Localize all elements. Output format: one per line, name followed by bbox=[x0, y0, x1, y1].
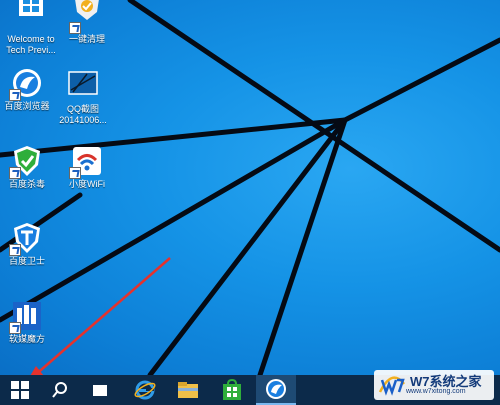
desktop-icon-cleanup[interactable]: 一键清理 bbox=[56, 0, 118, 45]
task-view-icon bbox=[93, 385, 107, 396]
shortcut-arrow-icon bbox=[69, 22, 81, 34]
icon-label: Welcome to Tech Previ... bbox=[6, 34, 56, 55]
search-button[interactable] bbox=[40, 375, 80, 405]
icon-label: 软媒魔方 bbox=[8, 334, 45, 344]
shortcut-arrow-icon bbox=[9, 167, 21, 179]
icon-label: 百度杀毒 bbox=[8, 179, 45, 189]
wifi-icon bbox=[69, 145, 103, 179]
baidu-guard-icon bbox=[9, 222, 43, 256]
desktop-icon-xiaodu-wifi[interactable]: 小度WiFi bbox=[56, 145, 118, 190]
search-icon bbox=[52, 382, 67, 398]
desktop-icon-welcome[interactable]: Welcome to Tech Previ... bbox=[0, 0, 62, 56]
baidu-browser-icon bbox=[266, 379, 286, 399]
taskbar-store[interactable] bbox=[212, 375, 252, 405]
shortcut-arrow-icon bbox=[9, 244, 21, 256]
desktop: Welcome to Tech Previ... 一键清理 百度浏览器 QQ截图… bbox=[0, 0, 500, 375]
icon-label: 百度卫士 bbox=[8, 256, 45, 266]
shortcut-arrow-icon bbox=[9, 89, 21, 101]
desktop-icon-baidu-antivirus[interactable]: 百度杀毒 bbox=[0, 145, 58, 190]
icon-label: 小度WiFi bbox=[69, 179, 105, 189]
taskbar-baidu-browser[interactable] bbox=[256, 375, 296, 405]
shortcut-arrow-icon bbox=[9, 322, 21, 334]
file-explorer-icon bbox=[178, 382, 198, 398]
internet-explorer-icon bbox=[134, 380, 156, 400]
desktop-icon-baidu-guard[interactable]: 百度卫士 bbox=[0, 222, 58, 267]
site-watermark: W7系统之家 www.w7xitong.com bbox=[374, 370, 494, 400]
cleanup-shield-icon bbox=[69, 0, 103, 34]
windows-tile-icon bbox=[15, 0, 47, 32]
desktop-icon-qq-screenshot[interactable]: QQ截图 20141006... bbox=[52, 70, 114, 126]
taskbar-internet-explorer[interactable] bbox=[125, 375, 165, 405]
shortcut-arrow-icon bbox=[69, 167, 81, 179]
watermark-brand: W7系统之家 bbox=[410, 374, 482, 389]
icon-label: 一键清理 bbox=[68, 34, 105, 44]
desktop-icon-baidu-browser[interactable]: 百度浏览器 bbox=[0, 67, 58, 112]
watermark-url: www.w7xitong.com bbox=[406, 388, 466, 395]
desktop-icon-ruanmei-cube[interactable]: 软媒魔方 bbox=[0, 300, 58, 345]
w7-logo-icon bbox=[378, 376, 405, 396]
store-icon bbox=[223, 379, 241, 400]
baidu-browser-icon bbox=[9, 67, 43, 101]
screenshot-image-icon bbox=[67, 70, 99, 102]
taskbar-file-explorer[interactable] bbox=[168, 375, 208, 405]
start-icon bbox=[11, 381, 29, 399]
icon-label: QQ截图 20141006... bbox=[59, 104, 107, 125]
baidu-antivirus-icon bbox=[9, 145, 43, 179]
start-button[interactable] bbox=[0, 375, 40, 405]
task-view-button[interactable] bbox=[80, 375, 120, 405]
ruanmei-cube-icon bbox=[9, 300, 43, 334]
icon-label: 百度浏览器 bbox=[4, 101, 50, 111]
